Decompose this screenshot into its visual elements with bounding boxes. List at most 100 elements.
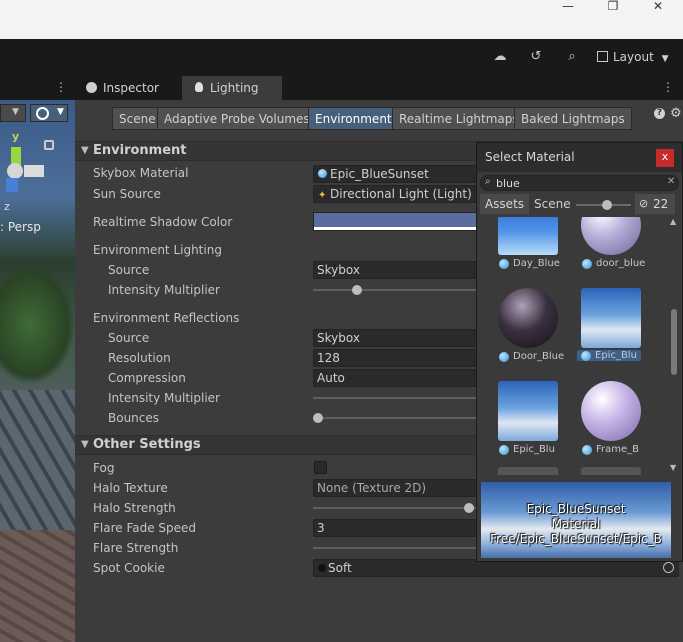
scene-view[interactable]: ▼ ▼ y z : Persp [0,100,75,642]
flare-fade-speed-label: Flare Fade Speed [93,521,197,535]
grid-scrollbar[interactable]: ▲ ▼ [669,217,679,475]
axis-y-label: y [12,130,20,143]
tree-foliage [0,265,75,385]
eye-slash-icon: ⊘ [639,197,649,210]
material-thumbnail[interactable] [498,381,558,441]
search-icon[interactable]: ⌕ [563,48,581,66]
skybox-material-field[interactable]: Epic_BlueSunset [313,165,483,183]
subtab-scene[interactable]: Scene [112,107,163,130]
close-popup-button[interactable]: x [656,149,674,167]
sun-source-field[interactable]: ✦ Directional Light (Light) [313,185,483,203]
flare-strength-slider[interactable] [313,547,478,549]
cloud-icon[interactable]: ☁ [491,48,509,66]
scroll-up-icon[interactable]: ▲ [670,217,676,226]
help-icon[interactable]: ? [654,108,665,119]
clear-search-icon[interactable]: ✕ [667,176,675,187]
select-material-title-bar: Select Material x [477,143,682,172]
material-label-selected[interactable]: Epic_Blu [577,350,641,361]
more-menu-icon[interactable]: ⋮ [55,80,67,94]
projection-label: : Persp [0,220,41,234]
halo-strength-label: Halo Strength [93,501,176,515]
texture-dot-icon [318,564,326,572]
subtab-baked-lightmaps[interactable]: Baked Lightmaps [514,107,632,130]
gear-icon[interactable]: ⚙ [670,106,682,121]
projection-arrow: : [0,220,8,234]
skybox-material-label: Skybox Material [93,166,189,180]
environment-header-label: Environment [93,143,187,158]
reflection-intensity-slider[interactable] [313,397,478,399]
axis-z-handle[interactable] [6,178,18,192]
material-thumbnail[interactable] [581,217,641,255]
scrollbar-thumb[interactable] [671,309,677,375]
material-search-input[interactable]: ⌕ blue ✕ [480,175,679,191]
halo-strength-slider[interactable] [313,507,478,509]
lighting-source-dropdown[interactable]: Skybox [313,261,483,279]
material-thumbnail-partial[interactable] [498,467,558,475]
material-label[interactable]: door_blue [582,258,645,269]
minimize-button[interactable]: — [545,0,591,14]
preview-name: Epic_BlueSunset [526,502,626,516]
more-menu-icon[interactable]: ⋮ [662,80,674,94]
bounces-knob[interactable] [313,413,323,423]
tab-inspector[interactable]: Inspector [75,76,180,100]
halo-texture-label: Halo Texture [93,481,168,495]
material-thumbnail[interactable] [498,288,558,348]
reflection-source-dropdown[interactable]: Skybox [313,329,483,347]
material-thumbnail-partial[interactable] [581,467,641,475]
material-thumbnail[interactable] [581,288,641,348]
layout-icon [597,51,608,62]
material-label[interactable]: Door_Blue [499,351,564,362]
main-toolbar: ☁ ↺ ⌕ Layout ▼ [0,39,683,75]
bounces-label: Bounces [108,411,160,425]
subtab-environment[interactable]: Environment [308,107,399,130]
tab-assets[interactable]: Assets [480,194,529,214]
material-name: Door_Blue [513,351,565,362]
halo-strength-knob[interactable] [464,503,474,513]
resolution-dropdown[interactable]: 128 [313,349,483,367]
gizmo-toggle-button[interactable]: ▼ [30,104,68,122]
tab-lighting-label: Lighting [210,81,259,95]
material-thumbnail[interactable] [581,381,641,441]
flare-fade-speed-field[interactable]: 3 [313,519,483,537]
object-picker-icon[interactable] [663,562,674,573]
thumbnail-size-knob[interactable] [602,200,612,210]
globe-icon [36,107,49,120]
material-thumbnail[interactable] [498,217,558,255]
scroll-down-icon[interactable]: ▼ [670,463,676,472]
tab-scene[interactable]: Scene [534,194,571,214]
gizmo-center[interactable] [7,163,23,179]
history-icon[interactable]: ↺ [527,48,545,66]
material-sphere-icon [318,169,327,178]
spot-cookie-label: Spot Cookie [93,561,165,575]
material-label[interactable]: Day_Blue [499,258,560,269]
sun-source-label: Sun Source [93,187,161,201]
tab-lighting[interactable]: Lighting [182,76,282,100]
material-grid: Day_Blue door_blue Door_Blue Epic_Blu Ep… [477,217,682,475]
material-name: Epic_Blu [595,350,637,361]
material-label[interactable]: Frame_B [582,444,639,455]
lock-icon[interactable] [44,140,54,150]
reflection-source-label: Source [108,331,150,345]
halo-texture-field[interactable]: None (Texture 2D) [313,479,483,497]
axis-x-handle[interactable] [24,165,44,177]
shadow-color-swatch[interactable] [313,212,483,231]
layout-dropdown[interactable]: Layout ▼ [597,48,669,66]
hidden-packages-toggle[interactable]: ⊘ 22 [635,194,675,214]
lighting-intensity-knob[interactable] [352,285,362,295]
ground-tiles [0,530,75,642]
material-name: Day_Blue [513,258,560,269]
foldout-arrow-icon: ▼ [81,145,89,156]
select-material-title: Select Material [485,150,575,164]
subtab-realtime-lightmaps[interactable]: Realtime Lightmaps [392,107,526,130]
lighting-intensity-slider[interactable] [313,289,478,291]
scene-dropdown[interactable]: ▼ [0,104,26,122]
subtab-adaptive-probe-volumes[interactable]: Adaptive Probe Volumes [157,107,317,130]
maximize-button[interactable]: ❐ [590,0,636,14]
material-label[interactable]: Epic_Blu [499,444,555,455]
hidden-count: 22 [653,197,669,211]
close-window-button[interactable]: ✕ [635,0,681,14]
bounces-slider[interactable] [313,417,478,419]
compression-dropdown[interactable]: Auto [313,369,483,387]
fog-checkbox[interactable] [314,461,327,474]
persp-text: Persp [7,220,41,234]
